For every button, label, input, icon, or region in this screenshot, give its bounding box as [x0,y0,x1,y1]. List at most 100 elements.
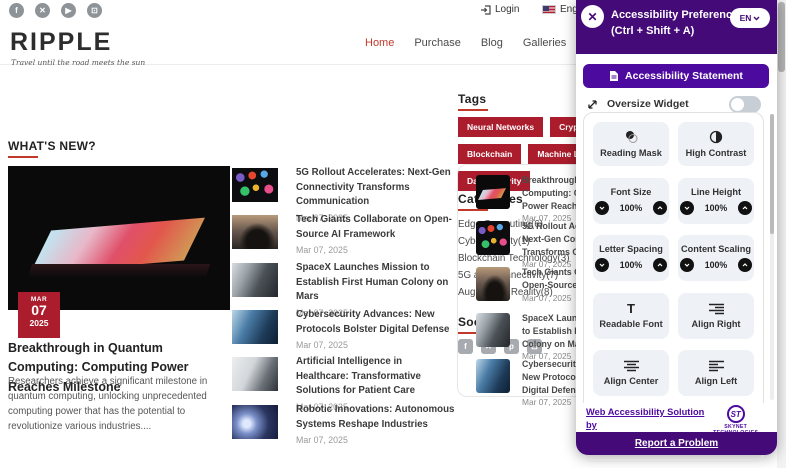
panel-footer: Web Accessibility Solution by SkynetTech… [576,403,777,442]
tag-neural-networks[interactable]: Neural Networks [458,117,544,137]
chevron-down-icon [599,206,605,210]
x-twitter-icon[interactable]: ✕ [35,3,50,18]
login-link[interactable]: Login [481,4,519,15]
chevron-up-icon [657,263,663,267]
document-icon [610,71,619,81]
letter-spacing-tile: Letter Spacing 100% [593,235,669,281]
whats-new-heading: WHAT'S NEW? [8,139,96,158]
article-thumbnail [232,215,278,249]
oversize-widget-label: Oversize Widget [607,98,689,110]
featured-article-excerpt: Researchers achieve a significant milest… [8,376,208,433]
increase-button[interactable] [653,200,667,215]
decrease-button[interactable] [595,258,609,272]
decrease-button[interactable] [680,200,694,215]
font-size-tile: Font Size 100% [593,177,669,224]
heading-underline [8,156,38,158]
chevron-down-icon [684,206,690,210]
high-contrast-tile[interactable]: High Contrast [678,122,754,166]
increase-button[interactable] [738,258,752,272]
date-day: 07 [31,302,47,318]
tags-heading: Tags [458,92,488,111]
high-contrast-icon [709,130,723,144]
us-flag-icon [542,5,556,14]
nav-item-purchase[interactable]: Purchase [414,37,460,49]
accessibility-panel-header: ✕ Accessibility Preferences (Ctrl + Shif… [576,0,777,54]
font-size-value: 100% [619,202,643,213]
chevron-down-icon [599,263,605,267]
nav-item-blog[interactable]: Blog [481,37,503,49]
instagram-icon[interactable]: ⊡ [87,3,102,18]
article-date: Mar 07, 2025 [296,245,348,256]
accessibility-statement-button[interactable]: Accessibility Statement [583,64,769,88]
heading-underline [458,109,488,111]
article-thumbnail [232,357,278,391]
site-logo[interactable]: RIPPLE [10,28,112,57]
article-title: Robotic Innovations: Autonomous Systems … [296,403,456,447]
article-list-item[interactable]: Robotic Innovations: Autonomous Systems … [232,403,456,447]
close-icon[interactable]: ✕ [581,5,604,28]
align-left-tile[interactable]: Align Left [678,350,754,396]
tag-blockchain[interactable]: Blockchain [458,144,522,164]
accessibility-shortcut: (Ctrl + Shift + A) [611,24,695,37]
article-thumbnail [232,405,278,439]
report-bar: Report a Problem [576,432,777,455]
chevron-down-icon [753,16,760,20]
align-right-tile[interactable]: Align Right [678,292,754,339]
panel-language-dropdown[interactable]: EN [730,8,770,28]
article-list-item[interactable]: Artificial Intelligence in Healthcare: T… [232,355,456,412]
nav-item-home[interactable]: Home [365,37,394,49]
tags-title: Tags [458,92,487,106]
article-list-item[interactable]: SpaceX Launches Mission to Establish Fir… [232,261,456,318]
panel-scrollbar[interactable] [770,114,774,400]
article-date: Mar 07, 2025 [296,435,348,446]
content-scaling-tile: Content Scaling 100% [678,235,754,281]
align-left-icon [708,360,724,372]
article-thumbnail [232,263,278,297]
chevron-down-icon [684,263,690,267]
page-scrollbar[interactable] [777,0,786,468]
line-height-tile: Line Height 100% [678,177,754,224]
youtube-icon[interactable]: ▶ [61,3,76,18]
social-icon-row: f ✕ ▶ ⊡ [9,3,102,18]
laptop-artwork [8,166,230,310]
page: f ✕ ▶ ⊡ Login English RIPPLE Travel unti… [0,0,786,468]
resize-icon [588,99,597,109]
article-thumbnail [232,168,278,202]
article-date: Mar 07, 2025 [296,340,348,351]
chevron-up-icon [657,205,663,209]
letter-spacing-value: 100% [619,260,643,270]
date-year: 2025 [29,318,49,328]
post-thumbnail [476,313,510,347]
skynet-logo-icon: ST [726,405,745,423]
accessibility-panel-title: Accessibility Preferences (Ctrl + Shift … [611,8,744,40]
article-thumbnail [232,310,278,344]
nav-item-galleries[interactable]: Galleries [523,37,566,49]
article-list-item[interactable]: 5G Rollout Accelerates: Next-Gen Connect… [232,166,456,223]
readable-font-tile[interactable]: T Readable Font [593,292,669,339]
article-list-item[interactable]: Tech Giants Collaborate on Open-Source A… [232,213,456,257]
chevron-up-icon [742,205,748,209]
readable-font-icon: T [627,301,635,316]
featured-article-image[interactable] [8,166,230,310]
accessibility-panel: ✕ Accessibility Preferences (Ctrl + Shif… [576,0,777,462]
facebook-icon[interactable]: f [9,3,24,18]
article-list-item[interactable]: Cybersecurity Advances: New Protocols Bo… [232,308,456,352]
line-height-value: 100% [704,202,728,213]
align-right-icon [708,303,724,314]
content-scaling-value: 100% [704,260,728,270]
reading-mask-icon [626,131,638,143]
whats-new-title: WHAT'S NEW? [8,139,96,153]
post-thumbnail [476,175,510,209]
decrease-button[interactable] [595,200,609,215]
decrease-button[interactable] [680,258,694,272]
post-thumbnail [476,221,510,255]
increase-button[interactable] [738,200,752,215]
login-icon [481,4,491,15]
increase-button[interactable] [653,258,667,272]
site-tagline: Travel until the road meets the sun [11,58,146,67]
align-center-tile[interactable]: Align Center [593,350,669,396]
report-problem-link[interactable]: Report a Problem [635,438,718,449]
chevron-up-icon [742,263,748,267]
oversize-widget-toggle[interactable] [729,96,761,113]
reading-mask-tile[interactable]: Reading Mask [593,122,669,166]
